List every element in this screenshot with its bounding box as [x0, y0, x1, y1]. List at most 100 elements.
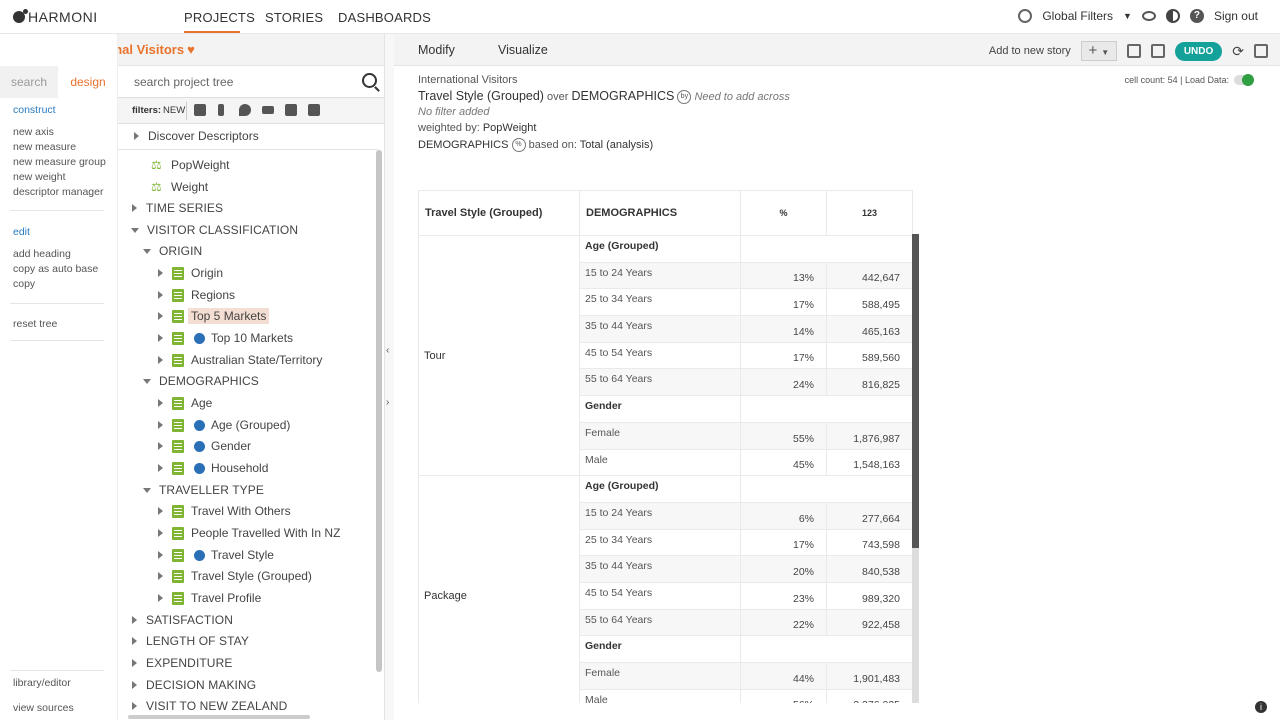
- visualize-tab[interactable]: Visualize: [498, 43, 548, 57]
- caret-right-icon[interactable]: [158, 334, 163, 342]
- tree-node-people-travelled-with[interactable]: People Travelled With In NZ: [158, 524, 340, 542]
- tree-node-length-of-stay[interactable]: LENGTH OF STAY: [132, 632, 249, 650]
- filter-new-button[interactable]: NEW: [163, 105, 185, 116]
- caret-down-icon[interactable]: [143, 378, 151, 384]
- count-cell[interactable]: 277,664: [826, 501, 913, 530]
- category-label[interactable]: Female: [579, 662, 741, 690]
- edit-heading[interactable]: edit: [13, 226, 30, 238]
- heart-icon[interactable]: ♥: [187, 42, 195, 57]
- globe-icon[interactable]: [1018, 9, 1033, 23]
- category-label[interactable]: 35 to 44 Years: [579, 315, 741, 343]
- info-icon[interactable]: i: [1255, 701, 1267, 713]
- new-weight-link[interactable]: new weight: [13, 171, 66, 183]
- excel-icon[interactable]: [1126, 44, 1141, 58]
- caret-right-icon[interactable]: [158, 291, 163, 299]
- tree-node-household[interactable]: Household: [158, 459, 268, 477]
- caret-right-icon[interactable]: [158, 399, 163, 407]
- tree-search-input[interactable]: [134, 75, 354, 89]
- reset-tree-link[interactable]: reset tree: [13, 318, 57, 330]
- count-cell[interactable]: 2,376,035: [826, 688, 913, 703]
- new-measure-group-link[interactable]: new measure group: [13, 156, 106, 168]
- category-label[interactable]: 25 to 34 Years: [579, 288, 741, 317]
- header-count[interactable]: 123: [826, 190, 913, 236]
- percent-cell[interactable]: 13%: [740, 261, 827, 290]
- undo-button[interactable]: UNDO: [1174, 41, 1223, 61]
- tree-node-travel-profile[interactable]: Travel Profile: [158, 589, 261, 607]
- measure-filter-icon[interactable]: [308, 104, 320, 116]
- count-cell[interactable]: 989,320: [826, 581, 913, 610]
- percent-cell[interactable]: [740, 475, 913, 503]
- count-cell[interactable]: 589,560: [826, 341, 913, 370]
- count-cell[interactable]: 1,548,163: [826, 448, 913, 477]
- brand-logo[interactable]: HARMONI: [13, 9, 98, 25]
- tree-node-popweight[interactable]: ⚖ PopWeight: [151, 156, 229, 174]
- tree-node-expenditure[interactable]: EXPENDITURE: [132, 654, 232, 672]
- category-label[interactable]: 45 to 54 Years: [579, 581, 741, 610]
- count-cell[interactable]: 465,163: [826, 315, 913, 343]
- weighted-by-value[interactable]: PopWeight: [483, 122, 537, 134]
- header-percent[interactable]: %: [740, 190, 827, 236]
- tree-node-visitor-classification[interactable]: VISITOR CLASSIFICATION: [131, 221, 298, 239]
- tree-node-australian-state[interactable]: Australian State/Territory: [158, 351, 322, 369]
- tree-node-visit-to-nz[interactable]: VISIT TO NEW ZEALAND: [132, 697, 287, 714]
- caret-right-icon[interactable]: [132, 204, 137, 212]
- table-scrollbar-thumb[interactable]: [912, 234, 919, 548]
- caret-right-icon[interactable]: [158, 507, 163, 515]
- add-heading-link[interactable]: add heading: [13, 248, 71, 260]
- caret-right-icon[interactable]: [158, 594, 163, 602]
- group-label[interactable]: Package: [418, 475, 580, 703]
- new-axis-link[interactable]: new axis: [13, 126, 54, 138]
- modify-tab[interactable]: Modify: [418, 43, 455, 57]
- percent-cell[interactable]: 22%: [740, 608, 827, 637]
- count-cell[interactable]: 816,825: [826, 368, 913, 397]
- add-to-new-story-button[interactable]: Add to new story: [989, 45, 1071, 57]
- percent-cell[interactable]: 17%: [740, 288, 827, 317]
- caret-right-icon[interactable]: [158, 421, 163, 429]
- tree-node-travel-style[interactable]: Travel Style: [158, 546, 274, 564]
- category-label[interactable]: 55 to 64 Years: [579, 608, 741, 637]
- collapse-left-icon[interactable]: ‹: [386, 345, 389, 356]
- percent-cell[interactable]: 55%: [740, 421, 827, 450]
- construct-heading[interactable]: construct: [13, 104, 56, 116]
- panel-splitter[interactable]: [384, 34, 394, 720]
- descriptor-manager-link[interactable]: descriptor manager: [13, 186, 103, 198]
- contrast-icon[interactable]: [1165, 9, 1180, 23]
- count-cell[interactable]: 922,458: [826, 608, 913, 637]
- caret-down-icon[interactable]: [143, 248, 151, 254]
- column-filter-icon[interactable]: [218, 104, 224, 116]
- add-button[interactable]: + ▼: [1080, 41, 1117, 61]
- powerpoint-icon[interactable]: [1150, 44, 1165, 58]
- tree-node-age[interactable]: Age: [158, 394, 212, 412]
- tree-node-top-5-markets[interactable]: Top 5 Markets: [158, 307, 270, 325]
- tree-node-traveller-type[interactable]: TRAVELLER TYPE: [143, 481, 264, 499]
- caret-right-icon[interactable]: [158, 356, 163, 364]
- based-on-value[interactable]: Total (analysis): [580, 139, 653, 151]
- count-cell[interactable]: 588,495: [826, 288, 913, 317]
- caret-right-icon[interactable]: [158, 464, 163, 472]
- percent-cell[interactable]: 45%: [740, 448, 827, 477]
- caret-right-icon[interactable]: [132, 659, 137, 667]
- base-variable[interactable]: DEMOGRAPHICS: [418, 139, 508, 151]
- expand-right-icon[interactable]: ›: [386, 397, 389, 408]
- tree-node-gender[interactable]: Gender: [158, 437, 251, 455]
- by-badge-icon[interactable]: by: [677, 90, 692, 105]
- chevron-down-icon[interactable]: ▼: [1123, 11, 1132, 21]
- caret-right-icon[interactable]: [132, 681, 137, 689]
- count-cell[interactable]: 1,876,987: [826, 421, 913, 450]
- tree-node-decision-making[interactable]: DECISION MAKING: [132, 676, 256, 694]
- group-label[interactable]: Tour: [418, 234, 580, 477]
- tab-design[interactable]: design: [58, 66, 118, 98]
- grid-filter-icon[interactable]: [194, 104, 206, 116]
- new-measure-link[interactable]: new measure: [13, 141, 76, 153]
- category-label[interactable]: 35 to 44 Years: [579, 555, 741, 583]
- tree-node-satisfaction[interactable]: SATISFACTION: [132, 611, 233, 629]
- caret-right-icon[interactable]: [132, 702, 137, 710]
- percent-cell[interactable]: [740, 395, 913, 423]
- refresh-icon[interactable]: ⟳: [1232, 43, 1244, 60]
- load-data-toggle[interactable]: [1234, 74, 1254, 86]
- nav-tab-dashboards[interactable]: DASHBOARDS: [338, 10, 431, 25]
- tree-node-time-series[interactable]: TIME SERIES: [132, 199, 223, 217]
- tree-horizontal-scrollbar[interactable]: [128, 715, 310, 719]
- category-label[interactable]: 25 to 34 Years: [579, 528, 741, 557]
- category-label[interactable]: Female: [579, 421, 741, 450]
